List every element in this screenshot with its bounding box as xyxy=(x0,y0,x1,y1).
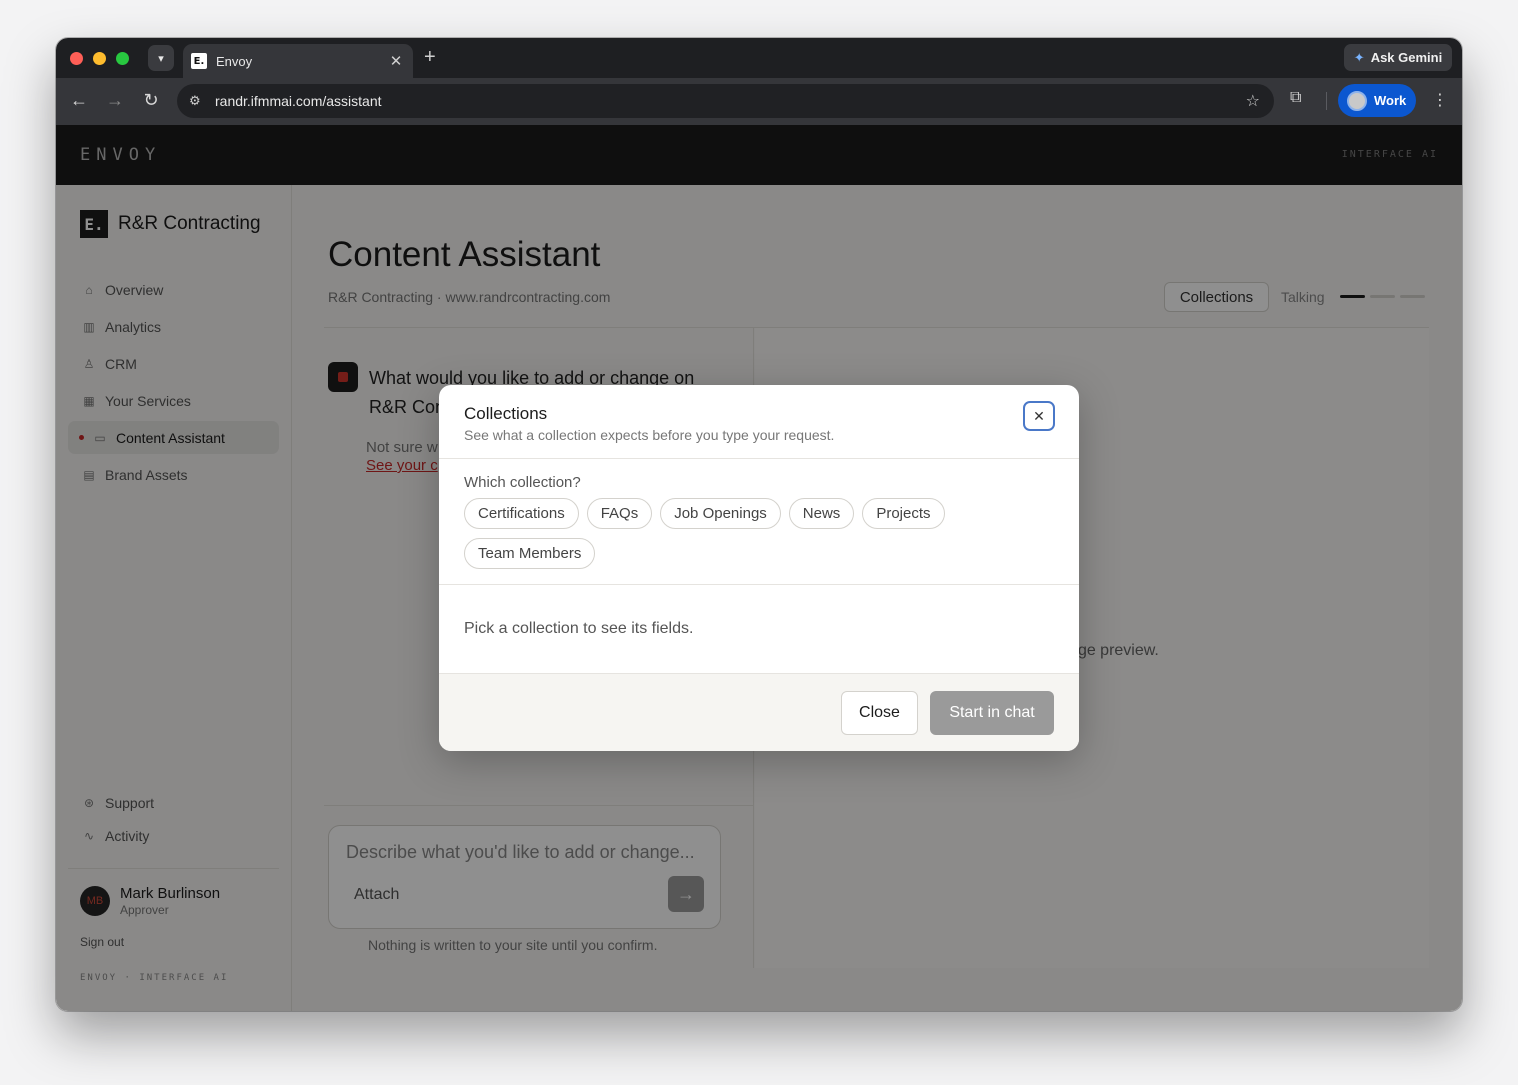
browser-tab[interactable]: E. Envoy ✕ xyxy=(183,44,413,78)
profile-avatar xyxy=(1347,90,1367,111)
fields-empty-state: Pick a collection to see its fields. xyxy=(464,620,694,637)
extensions-icon[interactable]: ⧉ xyxy=(1290,89,1301,107)
close-window-button[interactable] xyxy=(70,52,83,65)
toolbar-divider xyxy=(1326,92,1327,110)
sparkle-icon: ✦ xyxy=(1353,49,1365,65)
close-button[interactable]: Close xyxy=(841,691,918,735)
start-in-chat-button[interactable]: Start in chat xyxy=(930,691,1054,735)
ask-gemini-label: Ask Gemini xyxy=(1370,50,1443,65)
close-icon: ✕ xyxy=(1033,407,1045,424)
dialog-divider xyxy=(439,458,1079,459)
tab-search-button[interactable]: ▾ xyxy=(148,45,174,71)
minimize-window-button[interactable] xyxy=(93,52,106,65)
collections-dialog: Collections See what a collection expect… xyxy=(439,385,1079,751)
dialog-divider xyxy=(439,584,1079,585)
forward-icon[interactable]: → xyxy=(104,90,126,111)
more-menu-icon[interactable]: ⋮ xyxy=(1432,90,1448,110)
reload-icon[interactable]: ↻ xyxy=(140,90,162,111)
dialog-footer: Close Start in chat xyxy=(439,673,1079,751)
tab-title: Envoy xyxy=(216,53,253,69)
collection-chips: Certifications FAQs Job Openings News Pr… xyxy=(464,498,1054,569)
chip-team-members[interactable]: Team Members xyxy=(464,538,596,569)
dialog-subtitle: See what a collection expects before you… xyxy=(464,427,835,443)
tab-close-icon[interactable]: ✕ xyxy=(385,52,407,70)
address-bar[interactable]: ⚙ randr.ifmmai.com/assistant ☆ xyxy=(177,84,1274,118)
back-icon[interactable]: ← xyxy=(68,90,90,111)
dialog-title: Collections xyxy=(464,404,548,423)
new-tab-button[interactable]: + xyxy=(424,46,436,69)
chip-job-openings[interactable]: Job Openings xyxy=(660,498,781,529)
ask-gemini-button[interactable]: ✦ Ask Gemini xyxy=(1344,44,1452,71)
profile-label: Work xyxy=(1374,93,1407,108)
profile-button[interactable]: Work xyxy=(1338,84,1416,117)
chip-news[interactable]: News xyxy=(788,498,855,529)
maximize-window-button[interactable] xyxy=(116,52,129,65)
collection-question: Which collection? xyxy=(464,474,581,491)
chip-certifications[interactable]: Certifications xyxy=(464,498,579,529)
chip-faqs[interactable]: FAQs xyxy=(586,498,653,529)
url-text[interactable]: randr.ifmmai.com/assistant xyxy=(215,93,1246,109)
bookmark-star-icon[interactable]: ☆ xyxy=(1246,91,1260,111)
chip-projects[interactable]: Projects xyxy=(862,498,945,529)
browser-toolbar: ← → ↻ ⚙ randr.ifmmai.com/assistant ☆ ⧉ W… xyxy=(56,78,1462,125)
site-settings-icon[interactable]: ⚙ xyxy=(189,93,207,109)
chevron-down-icon: ▾ xyxy=(158,52,164,65)
dialog-close-button[interactable]: ✕ xyxy=(1023,401,1055,431)
tab-bar: ▾ E. Envoy ✕ + ✦ Ask Gemini xyxy=(56,38,1462,78)
favicon: E. xyxy=(191,53,207,69)
